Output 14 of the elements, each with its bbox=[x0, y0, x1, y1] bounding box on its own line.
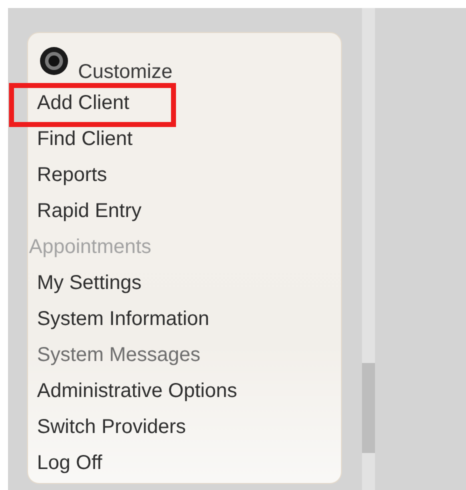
menu-item[interactable]: My Settings bbox=[37, 271, 142, 295]
menu-item[interactable]: System Messages bbox=[37, 343, 200, 367]
menu-item[interactable]: Add Client bbox=[37, 91, 130, 115]
menu-header[interactable]: Customize bbox=[78, 60, 172, 84]
menu-item[interactable]: Reports bbox=[37, 163, 108, 187]
menu-item[interactable]: Administrative Options bbox=[37, 379, 238, 403]
menu-item[interactable]: Switch Providers bbox=[37, 415, 186, 439]
menu-item[interactable]: Rapid Entry bbox=[37, 199, 142, 223]
menu-item[interactable]: Find Client bbox=[37, 127, 133, 151]
menu-item[interactable]: System Information bbox=[37, 307, 210, 331]
scrollbar-thumb[interactable] bbox=[362, 363, 375, 453]
scrollbar[interactable] bbox=[362, 8, 375, 490]
target-icon bbox=[39, 46, 69, 76]
menu-item[interactable]: Log Off bbox=[37, 451, 102, 475]
